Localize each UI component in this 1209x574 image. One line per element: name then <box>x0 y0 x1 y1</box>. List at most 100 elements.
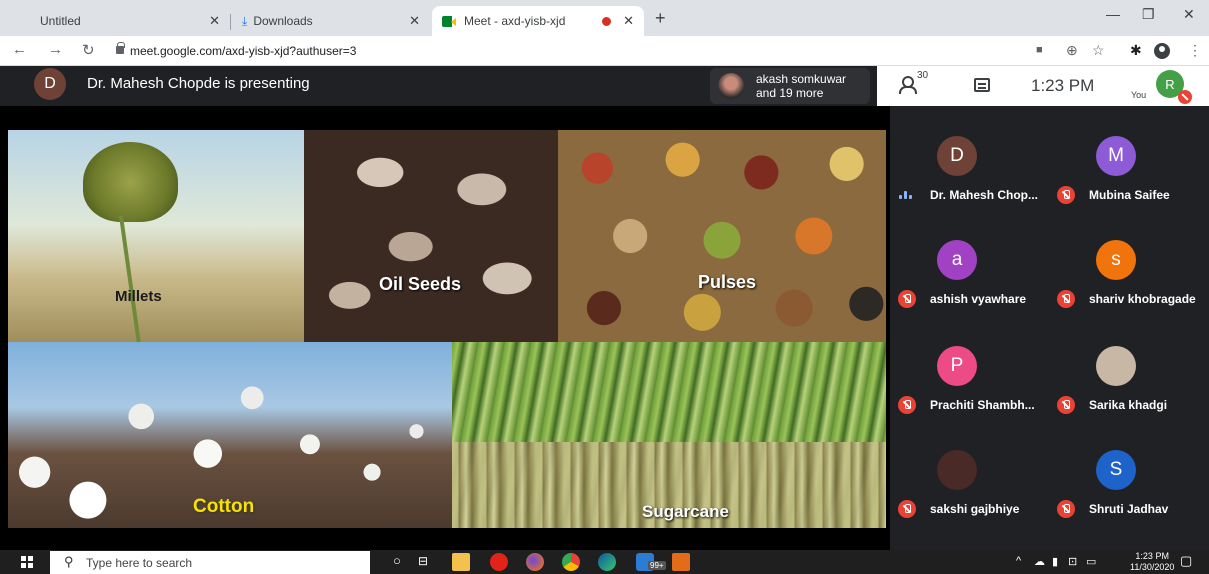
windows-start-icon[interactable] <box>21 556 33 568</box>
edge-icon[interactable] <box>598 553 616 571</box>
slide-panel-oilseeds: Oil Seeds <box>304 130 558 342</box>
slide-label-sugarcane: Sugarcane <box>642 502 729 521</box>
recording-indicator-icon <box>602 16 612 26</box>
tab-downloads[interactable]: ⤓ Downloads ✕ <box>232 6 430 36</box>
participant-avatar <box>718 73 744 99</box>
reload-icon[interactable]: ↻ <box>82 41 95 59</box>
tab-meet[interactable]: Meet - axd-yisb-xjd ✕ <box>432 6 644 36</box>
participant-avatar: P <box>937 346 977 386</box>
browser-toolbar: ← → ↻ meet.google.com/axd-yisb-xjd?authu… <box>0 36 1209 66</box>
close-icon[interactable]: ✕ <box>209 13 220 29</box>
close-icon[interactable]: ✕ <box>623 13 634 29</box>
file-explorer-icon[interactable] <box>452 553 470 571</box>
system-clock[interactable]: 1:23 PM 11/30/2020 <box>1130 551 1174 573</box>
windows-taskbar: ⚲ Type here to search ○ ⊟ 99+ ^ ☁ ▮ ⊡ ▭ … <box>0 550 1209 574</box>
address-bar[interactable]: meet.google.com/axd-yisb-xjd?authuser=3 <box>130 44 356 58</box>
slide-panel-cotton: Cotton <box>8 342 452 528</box>
mic-off-icon <box>1178 90 1192 104</box>
other-participants-text: akash somkuwar and 19 more <box>756 72 846 100</box>
participant-tile[interactable]: M Mubina Saifee <box>1049 128 1209 228</box>
meet-controls: 30 1:23 PM You R <box>877 66 1209 106</box>
meeting-clock: 1:23 PM <box>1031 76 1095 95</box>
presented-slide: Millets Oil Seeds Pulses Cotton Sugarcan… <box>8 130 886 528</box>
new-tab-button[interactable]: + <box>655 8 666 29</box>
participant-name: Mubina Saifee <box>1089 188 1170 202</box>
participant-avatar: M <box>1096 136 1136 176</box>
chevron-up-icon[interactable]: ^ <box>1016 555 1021 567</box>
mic-off-icon <box>898 290 916 308</box>
participant-tile[interactable]: P Prachiti Shambh... <box>890 338 1050 438</box>
bookmark-star-icon[interactable]: ☆ <box>1092 42 1105 59</box>
search-icon: ⚲ <box>64 554 74 569</box>
meet-logo-icon <box>442 15 456 27</box>
you-label: You <box>1131 90 1147 100</box>
participant-tile[interactable]: D Dr. Mahesh Chop... <box>890 128 1050 228</box>
slide-label-cotton: Cotton <box>193 496 255 517</box>
participant-photo-avatar <box>1096 346 1136 386</box>
mic-off-icon <box>1057 500 1075 518</box>
presenter-avatar: D <box>34 68 66 100</box>
zoom-icon[interactable]: ⊕ <box>1066 42 1078 59</box>
window-close-button[interactable]: ✕ <box>1183 6 1195 23</box>
opera-icon[interactable] <box>490 553 508 571</box>
mic-off-icon <box>1057 396 1075 414</box>
slide-panel-millets: Millets <box>8 130 304 342</box>
slide-label-millets: Millets <box>115 288 162 305</box>
participant-avatar: a <box>937 240 977 280</box>
minimize-button[interactable]: — <box>1106 6 1120 22</box>
back-arrow-icon[interactable]: ← <box>12 41 27 58</box>
cortana-icon[interactable]: ○ <box>393 553 401 568</box>
microphone-icon[interactable]: ▮ <box>1052 555 1058 568</box>
presenting-label: Dr. Mahesh Chopde is presenting <box>87 75 310 92</box>
chat-icon[interactable] <box>974 78 990 92</box>
browser-tab-strip: Untitled ✕ ⤓ Downloads ✕ Meet - axd-yisb… <box>0 0 1209 36</box>
firefox-icon[interactable] <box>526 553 544 571</box>
slide-label-oilseeds: Oil Seeds <box>379 274 462 294</box>
participant-grid: D Dr. Mahesh Chop... M Mubina Saifee a a… <box>890 106 1209 550</box>
slide-label-pulses: Pulses <box>698 272 757 292</box>
people-count-badge: 30 <box>917 70 929 81</box>
download-icon: ⤓ <box>242 13 248 28</box>
notification-badge: 99+ <box>648 561 666 570</box>
participant-name: Dr. Mahesh Chop... <box>930 188 1039 202</box>
mic-off-icon <box>1057 186 1075 204</box>
task-view-icon[interactable]: ⊟ <box>418 554 428 568</box>
onedrive-icon[interactable]: ☁ <box>1034 555 1045 568</box>
participant-name: sakshi gajbhiye <box>930 502 1020 516</box>
tab-divider <box>230 14 231 30</box>
taskbar-search-box[interactable]: ⚲ Type here to search <box>50 551 370 574</box>
participant-tile[interactable]: a ashish vyawhare <box>890 232 1050 332</box>
close-icon[interactable]: ✕ <box>409 13 420 29</box>
mic-off-icon <box>898 396 916 414</box>
menu-kebab-icon[interactable]: ⋮ <box>1188 42 1202 59</box>
tab-title: Untitled <box>40 14 81 28</box>
app-icon[interactable] <box>672 553 690 571</box>
tab-untitled[interactable]: Untitled ✕ <box>30 6 230 36</box>
mic-off-icon <box>898 500 916 518</box>
slide-panel-sugarcane: Sugarcane <box>452 342 886 528</box>
participant-avatar: D <box>937 136 977 176</box>
participant-tile[interactable]: sakshi gajbhiye <box>890 442 1050 542</box>
participant-name: Sarika khadgi <box>1089 398 1168 412</box>
action-center-icon[interactable]: ▢ <box>1180 553 1192 569</box>
participant-tile[interactable]: Sarika khadgi <box>1049 338 1209 438</box>
participant-tile[interactable]: S Shruti Jadhav <box>1049 442 1209 542</box>
participant-tile[interactable]: s shariv khobragade <box>1049 232 1209 332</box>
other-participants-name: akash somkuwar <box>756 72 847 86</box>
tab-title: Downloads <box>253 14 313 28</box>
camera-icon[interactable]: ■ <box>1036 44 1043 56</box>
system-clock-date: 11/30/2020 <box>1130 562 1175 572</box>
battery-icon[interactable]: ▭ <box>1086 555 1096 568</box>
lock-icon[interactable] <box>116 42 125 54</box>
chrome-icon[interactable] <box>562 553 580 571</box>
taskbar-search-placeholder: Type here to search <box>86 556 193 570</box>
restore-button[interactable]: ❐ <box>1142 6 1155 23</box>
other-participants-chip[interactable]: akash somkuwar and 19 more <box>710 68 870 104</box>
slide-panel-pulses: Pulses <box>558 130 886 342</box>
forward-arrow-icon[interactable]: → <box>48 41 63 58</box>
participant-name: shariv khobragade <box>1089 292 1196 306</box>
profile-icon[interactable] <box>1154 43 1170 59</box>
extensions-icon[interactable]: ✱ <box>1130 42 1142 59</box>
presentation-stage: Millets Oil Seeds Pulses Cotton Sugarcan… <box>0 106 890 550</box>
network-icon[interactable]: ⊡ <box>1068 555 1077 568</box>
